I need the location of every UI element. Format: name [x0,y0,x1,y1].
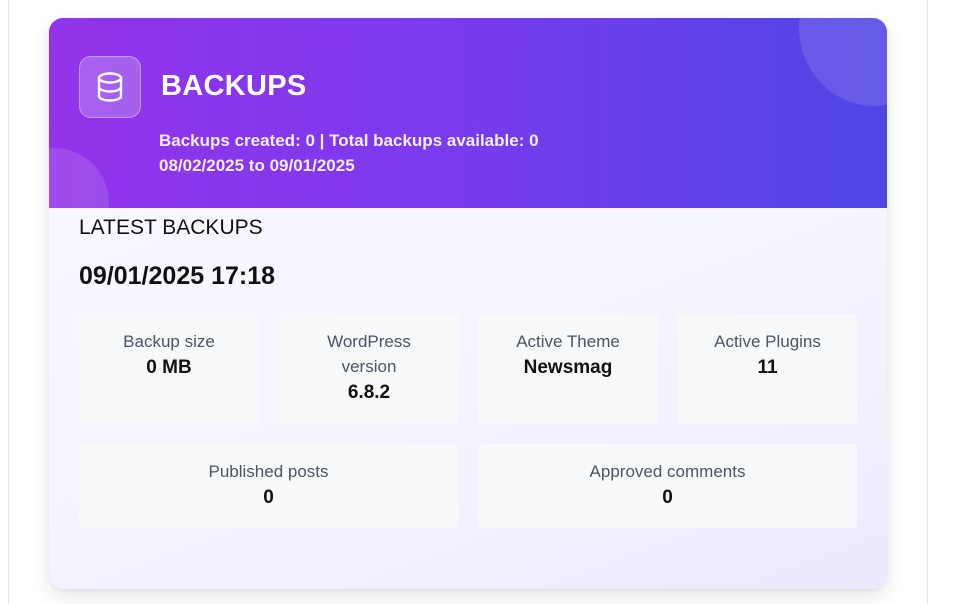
stat-value: 11 [757,357,778,378]
stat-wordpress-version: WordPress version 6.8.2 [279,314,459,424]
decorative-circle [49,148,109,208]
stat-value: 0 MB [146,357,192,378]
stat-label: Active Plugins [714,332,821,351]
card-title: BACKUPS [161,70,307,102]
stat-active-theme: Active Theme Newsmag [478,314,658,424]
latest-backup-datetime: 09/01/2025 17:18 [79,262,276,290]
stat-label: Backup size [123,332,215,351]
stat-published-posts: Published posts 0 [79,444,458,528]
stat-active-plugins: Active Plugins 11 [678,314,857,424]
stat-label: Active Theme [516,332,620,351]
stat-value: 0 [263,487,274,508]
stat-label: WordPress version [327,332,411,376]
backups-card: BACKUPS Backups created: 0 | Total backu… [49,18,887,589]
decorative-circle [799,18,887,106]
database-icon [79,56,141,118]
stat-value: 0 [662,487,673,508]
backups-header: BACKUPS Backups created: 0 | Total backu… [49,18,887,208]
latest-backups-heading: LATEST BACKUPS [79,216,263,239]
backup-summary: Backups created: 0 | Total backups avail… [159,131,539,150]
stat-value: Newsmag [523,357,613,378]
date-range: 08/02/2025 to 09/01/2025 [159,156,355,175]
stat-value: 6.8.2 [347,382,391,403]
stat-approved-comments: Approved comments 0 [478,444,857,528]
stat-label: Published posts [208,462,329,481]
stat-backup-size: Backup size 0 MB [79,314,259,424]
stat-label: Approved comments [589,462,746,481]
